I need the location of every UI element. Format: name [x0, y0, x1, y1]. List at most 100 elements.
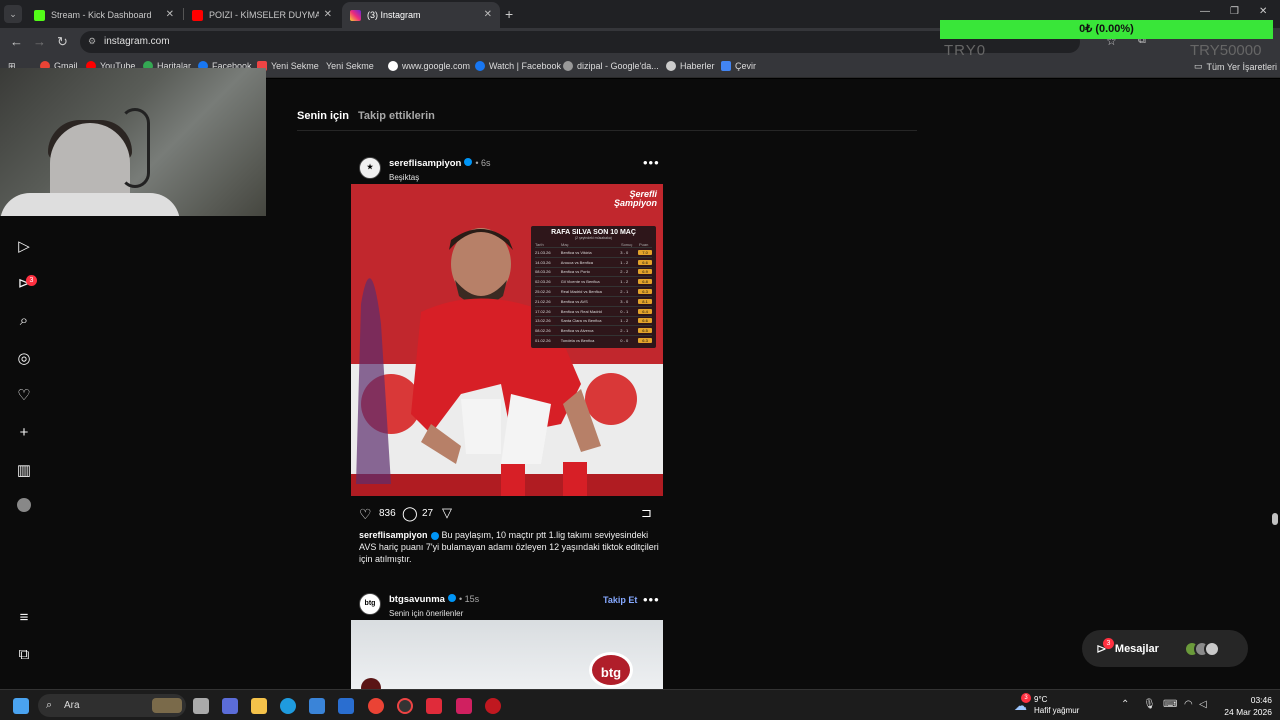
tab-kick-dashboard[interactable]: Stream - Kick Dashboard ✕ — [26, 2, 182, 28]
post-image[interactable]: Şerefli Şampiyon RAFA SILVA SON 10 MAÇ (… — [351, 184, 663, 496]
close-icon[interactable]: ✕ — [324, 9, 332, 20]
stats-cell: 2 - 1 — [620, 328, 629, 334]
more-options-icon[interactable]: ••• — [643, 592, 660, 607]
stats-cell: Arouca vs Benfica — [560, 259, 594, 265]
stats-cell: 6.6 — [638, 318, 652, 324]
messages-badge: 3 — [1103, 638, 1114, 649]
stats-row: 14.03.26 Arouca vs Benfica 1 - 2 6.6 — [535, 256, 652, 267]
stats-cell: 6.3 — [638, 338, 652, 344]
tab-youtube[interactable]: POIZI - KİMSELER DUYMASIN ( ✕ — [184, 2, 340, 28]
url-text: instagram.com — [104, 36, 170, 47]
store-icon[interactable] — [309, 698, 325, 714]
follow-button[interactable]: Takip Et — [603, 595, 637, 605]
caption-username[interactable]: sereflisampiyon — [359, 530, 428, 540]
create-icon[interactable]: + — [14, 423, 34, 443]
like-count: 836 — [379, 508, 396, 519]
bookmark-dizipal[interactable]: dizipal - Google'da... — [563, 61, 659, 71]
post-header: ★ sereflisampiyon • 6s Beşiktaş — [359, 153, 491, 182]
stats-row: 08.02.26 Benfica vs Alverca 2 - 1 6.5 — [535, 325, 652, 335]
stats-cell: 21.02.26 — [535, 298, 551, 304]
copilot-icon[interactable] — [222, 698, 238, 714]
avatar — [1204, 641, 1220, 657]
tab-title: POIZI - KİMSELER DUYMASIN ( — [209, 10, 319, 20]
stats-cell: Tondela vs Benfica — [560, 338, 595, 344]
stats-cell: 08.02.26 — [535, 328, 551, 334]
all-bookmarks[interactable]: ▭ Tüm Yer İşaretleri — [1194, 61, 1277, 72]
stats-cell: 1 - 2 — [620, 279, 629, 285]
stats-header: Tarih Maç Sonuç Puan — [535, 242, 649, 247]
like-icon[interactable]: ♡ — [359, 506, 372, 523]
more-icon[interactable]: ⧉ — [14, 645, 34, 665]
chevron-up-icon[interactable]: ⌃ — [1121, 699, 1129, 710]
post-avatar[interactable]: ★ — [359, 156, 381, 179]
heart-icon[interactable]: ♡ — [14, 386, 34, 406]
stats-cell: 6.9 — [638, 269, 652, 275]
search-icon[interactable]: ⌕ — [14, 311, 34, 331]
post2-username[interactable]: btgsavunma — [389, 594, 445, 605]
app-icon[interactable] — [485, 698, 501, 714]
file-explorer-icon[interactable] — [251, 698, 267, 714]
forward-icon[interactable]: → — [33, 34, 46, 49]
windows-start-icon[interactable] — [13, 698, 29, 714]
mic-icon[interactable]: 🎙 — [1143, 699, 1156, 710]
post2-avatar[interactable]: btg — [359, 592, 381, 615]
clock[interactable]: 03:46 24 Mar 2026 — [1218, 694, 1272, 718]
share-icon[interactable]: ▽ — [442, 505, 452, 521]
minimize-button[interactable]: — — [1200, 6, 1210, 17]
chrome-icon[interactable] — [368, 698, 384, 714]
scrollbar-track[interactable] — [1270, 80, 1280, 689]
verified-icon — [430, 531, 439, 540]
maximize-button[interactable]: ❐ — [1230, 6, 1239, 17]
stats-cell: 25.02.26 — [535, 289, 551, 295]
taskbar-search[interactable]: ⌕ Ara — [38, 694, 186, 717]
edge-icon[interactable] — [280, 698, 296, 714]
volume-icon[interactable]: ◁ — [1199, 699, 1207, 710]
site-info-icon[interactable]: ⚙ — [88, 36, 96, 47]
profile-avatar[interactable] — [14, 498, 34, 518]
save-icon[interactable]: ⊐ — [641, 505, 652, 521]
mail-icon[interactable] — [338, 698, 354, 714]
bookmark-watch-facebook[interactable]: Watch | Facebook — [475, 61, 561, 71]
app-icon[interactable] — [456, 698, 472, 714]
tab-search-button[interactable]: ⌄ — [4, 5, 22, 23]
dashboard-icon[interactable]: ▥ — [14, 461, 34, 481]
obs-icon[interactable] — [397, 698, 413, 714]
taskbar: ⌕ Ara 9°C Hafif yağmur ☁ 3 ⌃ 🎙 ⌨ ◠ ◁ 03:4… — [0, 689, 1280, 720]
bookmark-google[interactable]: www.google.com — [388, 61, 470, 71]
youtube-icon — [192, 9, 203, 21]
post-location[interactable]: Beşiktaş — [389, 173, 491, 182]
close-icon[interactable]: ✕ — [166, 9, 174, 20]
wifi-icon[interactable]: ◠ — [1184, 699, 1193, 710]
post-username[interactable]: sereflisampiyon — [389, 158, 461, 169]
menu-icon[interactable]: ≡ — [14, 608, 34, 628]
stats-row: 08.03.26 Benfica vs Porto 2 - 2 6.9 — [535, 266, 652, 277]
bookmark-haberler[interactable]: Haberler — [666, 61, 715, 71]
weather-widget[interactable]: 9°C Hafif yağmur — [1034, 694, 1079, 716]
close-icon[interactable]: ✕ — [484, 9, 492, 20]
stats-row: 01.02.26 Tondela vs Benfica 0 - 0 6.3 — [535, 335, 652, 345]
stats-cell: 08.03.26 — [535, 269, 551, 275]
more-options-icon[interactable]: ••• — [643, 155, 660, 170]
stats-cell: Benfica vs Vitória — [560, 249, 592, 255]
explore-icon[interactable]: ◎ — [14, 349, 34, 369]
bookmark-newtab-2[interactable]: Yeni Sekme — [326, 61, 374, 71]
tab-instagram[interactable]: (3) Instagram ✕ — [342, 2, 500, 28]
stats-cell: Benfica vs Alverca — [560, 328, 594, 334]
task-view-icon[interactable] — [193, 698, 209, 714]
new-tab-button[interactable]: + — [505, 6, 513, 22]
comment-icon[interactable]: ◯ — [402, 505, 418, 522]
messages-badge: 3 — [26, 275, 37, 286]
keyboard-icon[interactable]: ⌨ — [1163, 699, 1177, 710]
reload-icon[interactable]: ↻ — [57, 34, 68, 50]
bookmark-translate[interactable]: Çevir — [721, 61, 756, 71]
scrollbar-thumb[interactable] — [1272, 513, 1278, 525]
tab-for-you[interactable]: Senin için — [297, 110, 349, 122]
stats-cell: 6.8 — [638, 279, 652, 285]
close-window-button[interactable]: ✕ — [1259, 6, 1267, 17]
reels-icon[interactable]: ▷ — [14, 237, 34, 257]
back-icon[interactable]: ← — [10, 34, 23, 49]
app-icon[interactable] — [426, 698, 442, 714]
address-bar[interactable]: ⚙ instagram.com — [80, 31, 1080, 53]
tab-following[interactable]: Takip ettiklerin — [358, 110, 435, 122]
bookmark-newtab-1[interactable]: Yeni Sekme — [257, 61, 319, 71]
